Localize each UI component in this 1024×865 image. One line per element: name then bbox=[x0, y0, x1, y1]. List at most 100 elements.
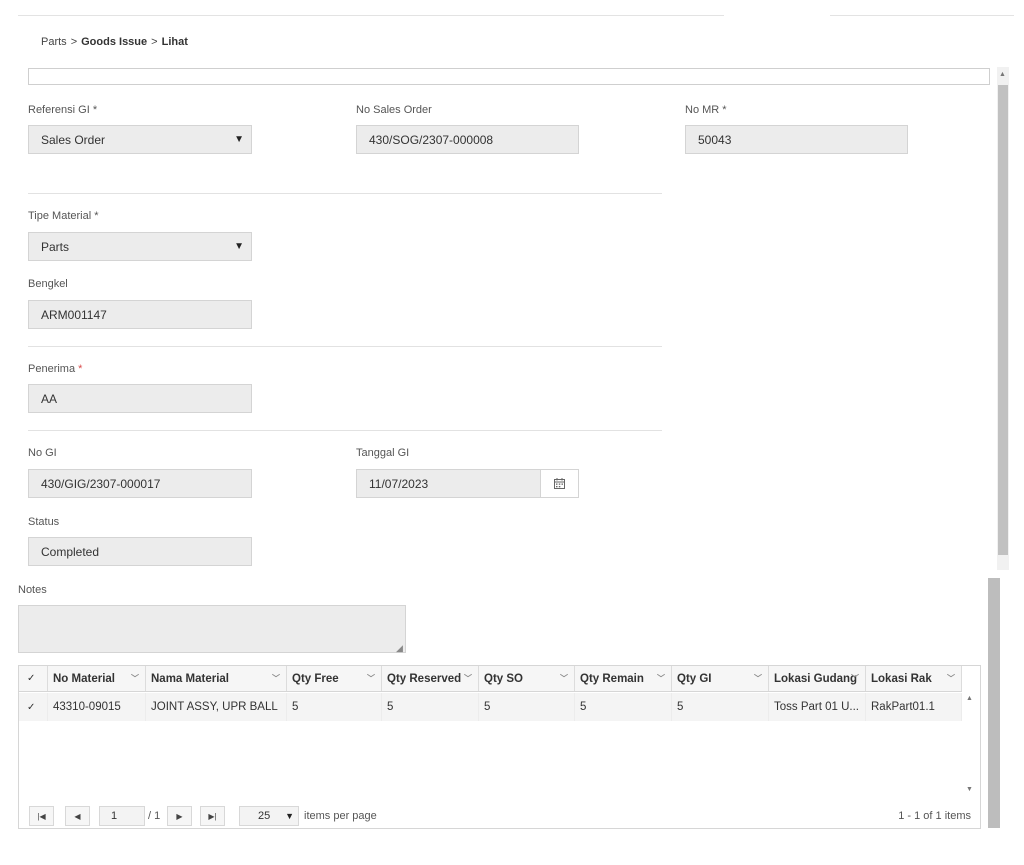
no-mr-value: 50043 bbox=[698, 132, 732, 147]
top-divider bbox=[18, 15, 1014, 16]
column-header-no-material[interactable]: No Material ﹀ bbox=[48, 666, 146, 691]
breadcrumb-separator: > bbox=[70, 36, 78, 48]
prev-page-button[interactable]: ◀ bbox=[65, 806, 90, 826]
no-gi-field[interactable]: 430/GIG/2307-000017 bbox=[28, 469, 252, 498]
chevron-down-icon[interactable]: ﹀ bbox=[464, 673, 472, 684]
page-count: / 1 bbox=[148, 810, 161, 822]
referensi-gi-value: Sales Order bbox=[41, 132, 106, 147]
chevron-down-icon[interactable]: ﹀ bbox=[947, 673, 955, 684]
column-header-nama-material[interactable]: Nama Material ﹀ bbox=[146, 666, 287, 691]
pager: |◀ ◀ 1 / 1 ▶ ▶| 25 ▼ items per page 1 - … bbox=[29, 806, 979, 826]
status-label: Status bbox=[28, 516, 60, 528]
prev-page-icon: ◀ bbox=[74, 811, 81, 821]
scroll-up-icon[interactable]: ▲ bbox=[966, 695, 973, 702]
grid-scrollbar[interactable]: ▲ ▼ bbox=[966, 695, 978, 795]
breadcrumb-root[interactable]: Parts bbox=[41, 36, 67, 48]
form-scrollbar[interactable]: ▲ bbox=[997, 67, 1009, 570]
next-page-icon: ▶ bbox=[176, 811, 183, 821]
no-sales-order-label: No Sales Order bbox=[356, 104, 432, 116]
cell-lokasi-rak: RakPart01.1 bbox=[866, 693, 962, 721]
chevron-down-icon[interactable]: ﹀ bbox=[851, 673, 859, 684]
pager-summary: 1 - 1 of 1 items bbox=[898, 810, 971, 822]
page-number-input[interactable]: 1 bbox=[99, 806, 145, 826]
referensi-gi-label: Referensi GI * bbox=[28, 104, 98, 116]
page-scrollbar-thumb[interactable] bbox=[988, 578, 1000, 828]
chevron-down-icon[interactable]: ﹀ bbox=[560, 673, 568, 684]
cell-lokasi-gudang: Toss Part 01 U... bbox=[769, 693, 866, 721]
section-divider bbox=[28, 430, 662, 431]
no-gi-value: 430/GIG/2307-000017 bbox=[41, 476, 161, 491]
resize-grip-icon[interactable]: ◢ bbox=[396, 643, 403, 654]
grid-header-row: ✓ No Material ﹀ Nama Material ﹀ Qty Free ﹀ … bbox=[19, 666, 962, 692]
last-page-icon: ▶| bbox=[208, 811, 217, 821]
status-value: Completed bbox=[41, 544, 100, 559]
chevron-down-icon: ▼ bbox=[285, 811, 294, 821]
bengkel-label: Bengkel bbox=[28, 278, 68, 290]
select-all-checkbox[interactable]: ✓ bbox=[19, 666, 48, 691]
column-header-qty-remain[interactable]: Qty Remain ﹀ bbox=[575, 666, 672, 691]
section-divider bbox=[28, 346, 662, 347]
chevron-down-icon: ▼ bbox=[234, 134, 244, 145]
page-size-select[interactable]: 25 ▼ bbox=[239, 806, 299, 826]
header-input[interactable] bbox=[28, 68, 990, 85]
bengkel-value: ARM001147 bbox=[41, 307, 107, 322]
breadcrumb: Parts > Goods Issue > Lihat bbox=[41, 36, 188, 48]
column-header-qty-so[interactable]: Qty SO ﹀ bbox=[479, 666, 575, 691]
referensi-gi-select[interactable]: Sales Order ▼ bbox=[28, 125, 252, 154]
chevron-down-icon[interactable]: ﹀ bbox=[131, 673, 139, 684]
cell-qty-reserved: 5 bbox=[382, 693, 479, 721]
tanggal-gi-label: Tanggal GI bbox=[356, 447, 410, 459]
scroll-up-icon[interactable]: ▲ bbox=[999, 71, 1006, 79]
no-sales-order-field[interactable]: 430/SOG/2307-000008 bbox=[356, 125, 579, 154]
scrollbar-thumb[interactable] bbox=[998, 85, 1008, 555]
column-header-lokasi-gudang[interactable]: Lokasi Gudang ﹀ bbox=[769, 666, 866, 691]
no-mr-field[interactable]: 50043 bbox=[685, 125, 908, 154]
cell-nama-material: JOINT ASSY, UPR BALL bbox=[146, 693, 287, 721]
penerima-value: AA bbox=[41, 391, 58, 406]
column-header-lokasi-rak[interactable]: Lokasi Rak ﹀ bbox=[866, 666, 962, 691]
penerima-field[interactable]: AA bbox=[28, 384, 252, 413]
calendar-icon bbox=[554, 478, 565, 489]
cell-qty-so: 5 bbox=[479, 693, 575, 721]
table-row[interactable]: ✓ 43310-09015 JOINT ASSY, UPR BALL 5 5 5… bbox=[19, 693, 962, 721]
cell-qty-remain: 5 bbox=[575, 693, 672, 721]
tanggal-gi-datepicker[interactable]: 11/07/2023 bbox=[356, 469, 579, 498]
penerima-label: Penerima * bbox=[28, 363, 83, 375]
column-header-qty-gi[interactable]: Qty GI ﹀ bbox=[672, 666, 769, 691]
breadcrumb-current: Lihat bbox=[161, 36, 188, 48]
next-page-button[interactable]: ▶ bbox=[167, 806, 192, 826]
chevron-down-icon[interactable]: ﹀ bbox=[272, 673, 280, 684]
material-grid: ✓ No Material ﹀ Nama Material ﹀ Qty Free ﹀ … bbox=[18, 665, 981, 829]
first-page-button[interactable]: |◀ bbox=[29, 806, 54, 826]
notes-label: Notes bbox=[18, 584, 47, 596]
page-size-value: 25 bbox=[258, 810, 271, 822]
tanggal-gi-value: 11/07/2023 bbox=[369, 477, 429, 491]
notes-textarea[interactable] bbox=[18, 605, 406, 653]
chevron-down-icon[interactable]: ﹀ bbox=[754, 673, 762, 684]
no-gi-label: No GI bbox=[28, 447, 57, 459]
tipe-material-value: Parts bbox=[41, 239, 70, 254]
tipe-material-select[interactable]: Parts ▼ bbox=[28, 232, 252, 261]
first-page-icon: |◀ bbox=[37, 811, 46, 821]
chevron-down-icon[interactable]: ﹀ bbox=[657, 673, 665, 684]
column-header-qty-reserved[interactable]: Qty Reserved ﹀ bbox=[382, 666, 479, 691]
cell-no-material: 43310-09015 bbox=[48, 693, 146, 721]
no-sales-order-value: 430/SOG/2307-000008 bbox=[369, 132, 494, 147]
column-header-qty-free[interactable]: Qty Free ﹀ bbox=[287, 666, 382, 691]
cell-qty-gi: 5 bbox=[672, 693, 769, 721]
cell-qty-free: 5 bbox=[287, 693, 382, 721]
items-per-page-label: items per page bbox=[304, 810, 377, 822]
chevron-down-icon[interactable]: ﹀ bbox=[367, 673, 375, 684]
last-page-button[interactable]: ▶| bbox=[200, 806, 225, 826]
calendar-button[interactable] bbox=[540, 470, 578, 497]
section-divider bbox=[28, 193, 662, 194]
chevron-down-icon: ▼ bbox=[234, 241, 244, 252]
scroll-down-icon[interactable]: ▼ bbox=[966, 786, 973, 793]
active-tab-marker bbox=[724, 14, 830, 17]
no-mr-label: No MR * bbox=[685, 104, 727, 116]
bengkel-field[interactable]: ARM001147 bbox=[28, 300, 252, 329]
breadcrumb-separator: > bbox=[151, 36, 158, 48]
row-checkbox[interactable]: ✓ bbox=[19, 693, 48, 721]
status-field[interactable]: Completed bbox=[28, 537, 252, 566]
breadcrumb-section[interactable]: Goods Issue bbox=[81, 36, 147, 48]
